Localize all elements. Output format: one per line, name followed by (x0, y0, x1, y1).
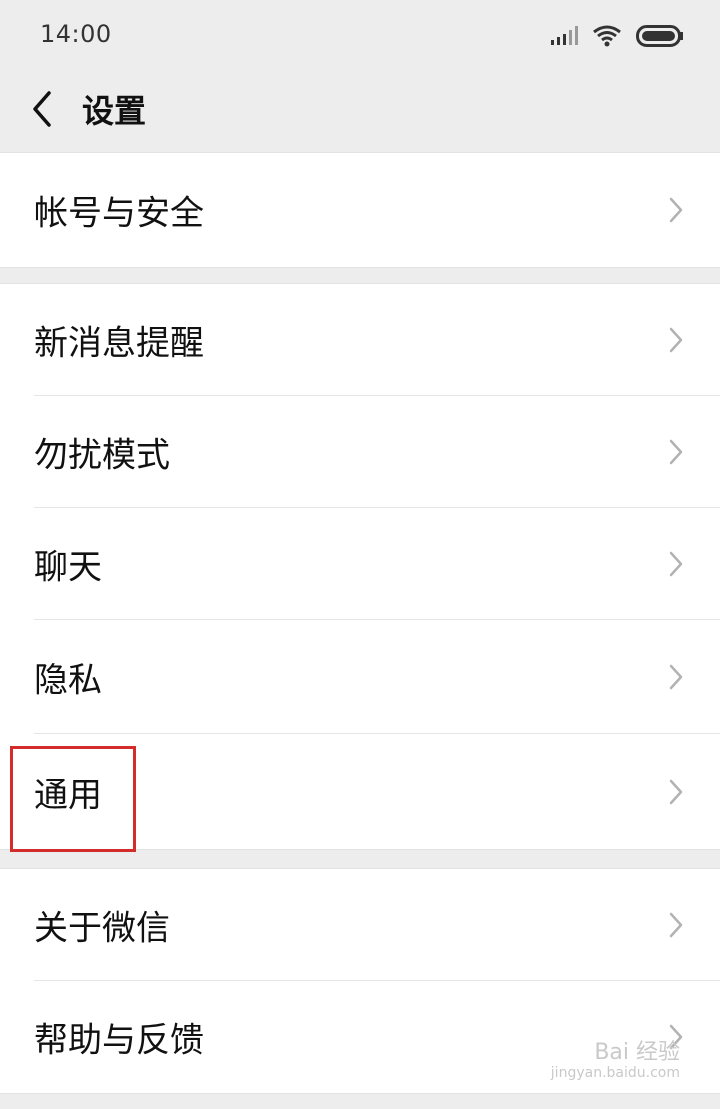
settings-row-do-not-disturb[interactable]: 勿扰模式 (0, 396, 720, 508)
row-label: 帐号与安全 (34, 193, 204, 234)
chevron-right-icon (669, 327, 683, 353)
page-title: 设置 (82, 92, 147, 130)
row-label: 关于微信 (34, 908, 170, 949)
chevron-right-icon (669, 779, 683, 804)
row-label: 新消息提醒 (34, 323, 204, 364)
settings-row-about-wechat[interactable]: 关于微信 (0, 869, 720, 981)
settings-row-privacy[interactable]: 隐私 (0, 620, 720, 734)
chevron-right-icon (669, 439, 683, 465)
watermark: Bai 经验 jingyan.baidu.com (551, 1041, 680, 1081)
wifi-icon (593, 25, 621, 47)
settings-row-account-security[interactable]: 帐号与安全 (0, 153, 720, 267)
settings-group-account: 帐号与安全 (0, 152, 720, 268)
row-label: 聊天 (34, 547, 102, 588)
settings-row-notifications[interactable]: 新消息提醒 (0, 284, 720, 396)
status-bar: 14:00 (0, 0, 720, 70)
chevron-right-icon (669, 551, 683, 577)
signal-icon (551, 26, 578, 45)
row-label: 勿扰模式 (34, 435, 170, 476)
watermark-brand: Bai 经验 (594, 1040, 680, 1066)
chevron-right-icon (669, 664, 683, 690)
chevron-right-icon (669, 197, 683, 223)
status-time: 14:00 (40, 20, 112, 48)
battery-icon (636, 25, 683, 47)
settings-row-general[interactable]: 通用 (0, 734, 720, 849)
settings-group-main: 新消息提醒 勿扰模式 聊天 隐私 通用 (0, 283, 720, 850)
chevron-right-icon (669, 912, 683, 938)
status-icons (550, 22, 684, 50)
nav-bar: 设置 (0, 70, 720, 153)
chevron-left-icon (33, 91, 51, 127)
back-button[interactable] (22, 84, 62, 134)
watermark-url: jingyan.baidu.com (550, 1064, 680, 1081)
settings-row-chat[interactable]: 聊天 (0, 508, 720, 620)
row-label: 帮助与反馈 (34, 1020, 204, 1061)
row-label: 通用 (34, 775, 102, 815)
row-label: 隐私 (34, 660, 102, 701)
